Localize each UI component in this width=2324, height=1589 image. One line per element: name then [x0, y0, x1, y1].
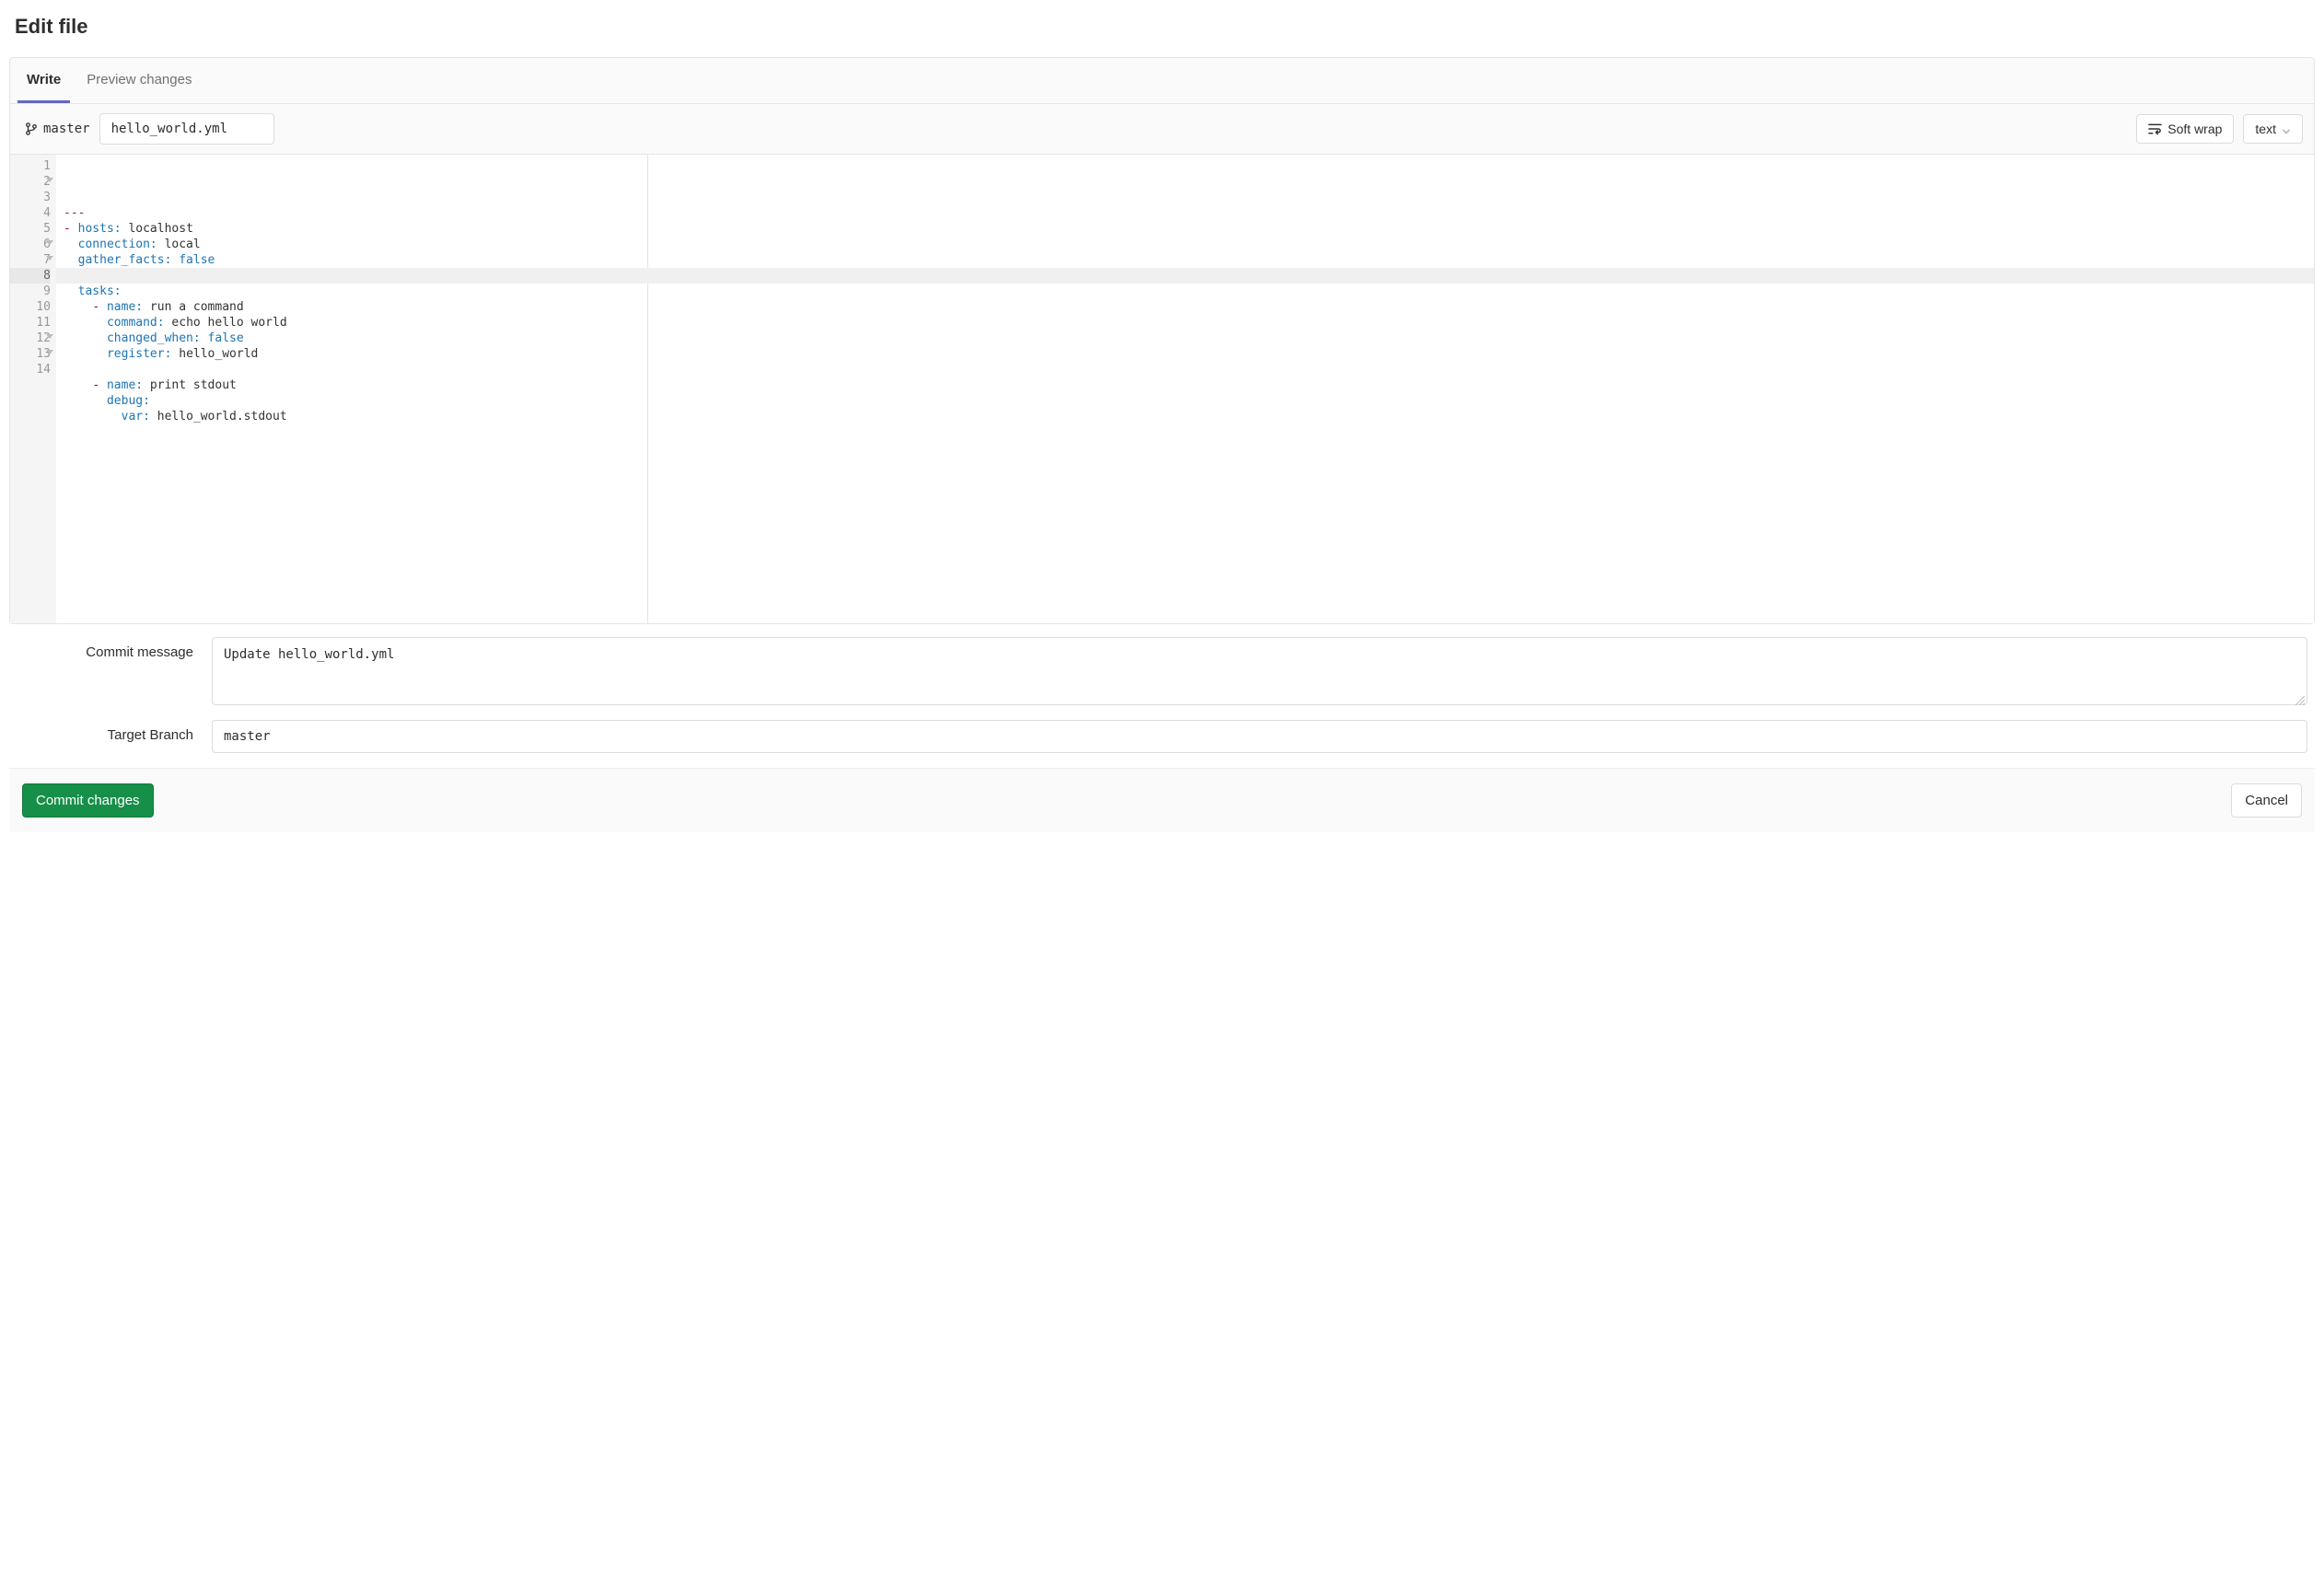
code-line[interactable]: connection: local [64, 237, 2314, 252]
code-line[interactable]: - hosts: localhost [64, 221, 2314, 237]
line-number: 12 [10, 331, 51, 346]
commit-form: Commit message Target Branch [9, 624, 2315, 753]
line-number: 11 [10, 315, 51, 331]
line-number: 2 [10, 174, 51, 190]
target-branch-input[interactable] [212, 720, 2307, 753]
line-number: 14 [10, 362, 51, 377]
commit-message-input[interactable] [212, 637, 792, 705]
wrap-icon [2148, 122, 2162, 135]
soft-wrap-label: Soft wrap [2167, 122, 2222, 136]
commit-message-extended[interactable] [792, 637, 2307, 705]
line-number-gutter: 1234567891011121314 [10, 155, 56, 623]
soft-wrap-button[interactable]: Soft wrap [2136, 114, 2234, 144]
fold-indicator-icon[interactable] [46, 350, 53, 354]
branch-name: master [43, 122, 90, 136]
fold-indicator-icon[interactable] [46, 334, 53, 339]
editor-panel: Write Preview changes master Soft wrap [9, 57, 2315, 624]
cancel-button[interactable]: Cancel [2231, 783, 2302, 818]
line-number: 8 [10, 268, 51, 284]
line-number: 5 [10, 221, 51, 237]
line-number: 4 [10, 205, 51, 221]
code-line[interactable]: debug: [64, 393, 2314, 409]
code-line[interactable]: command: echo hello world [64, 315, 2314, 331]
tab-write[interactable]: Write [17, 57, 70, 103]
editor-tabs: Write Preview changes [10, 58, 2314, 104]
code-line[interactable]: gather_facts: false [64, 252, 2314, 268]
editor-toolbar: master Soft wrap text [10, 104, 2314, 154]
tab-preview-changes[interactable]: Preview changes [77, 57, 201, 103]
code-line[interactable] [64, 362, 2314, 377]
code-line[interactable]: changed_when: false [64, 331, 2314, 346]
line-number: 3 [10, 190, 51, 205]
branch-display: master [25, 122, 90, 136]
line-number: 13 [10, 346, 51, 362]
code-line[interactable]: register: hello_world [64, 346, 2314, 362]
line-number: 7 [10, 252, 51, 268]
line-number: 9 [10, 284, 51, 299]
line-number: 1 [10, 158, 51, 174]
syntax-dropdown[interactable]: text [2243, 114, 2303, 144]
code-line[interactable]: var: hello_world.stdout [64, 409, 2314, 424]
line-number: 6 [10, 237, 51, 252]
page-title: Edit file [9, 15, 2315, 39]
chevron-down-icon [2282, 124, 2291, 133]
fold-indicator-icon[interactable] [46, 256, 53, 261]
fold-indicator-icon[interactable] [46, 240, 53, 245]
line-number: 10 [10, 299, 51, 315]
code-line[interactable]: tasks: [64, 284, 2314, 299]
branch-icon [25, 122, 38, 136]
code-content[interactable]: ---- hosts: localhost connection: local … [56, 155, 2314, 623]
code-line[interactable]: --- [64, 205, 2314, 221]
commit-changes-button[interactable]: Commit changes [22, 783, 154, 818]
code-line[interactable]: - name: run a command [64, 299, 2314, 315]
footer-actions: Commit changes Cancel [9, 768, 2315, 832]
code-line[interactable] [64, 268, 2314, 284]
filename-input[interactable] [99, 113, 274, 145]
syntax-label: text [2255, 122, 2276, 136]
fold-indicator-icon[interactable] [46, 178, 53, 182]
code-editor[interactable]: 1234567891011121314 ---- hosts: localhos… [10, 154, 2314, 623]
target-branch-label: Target Branch [9, 720, 212, 743]
resize-handle-icon[interactable] [2295, 693, 2305, 702]
commit-message-label: Commit message [9, 637, 212, 660]
code-line[interactable]: - name: print stdout [64, 377, 2314, 393]
